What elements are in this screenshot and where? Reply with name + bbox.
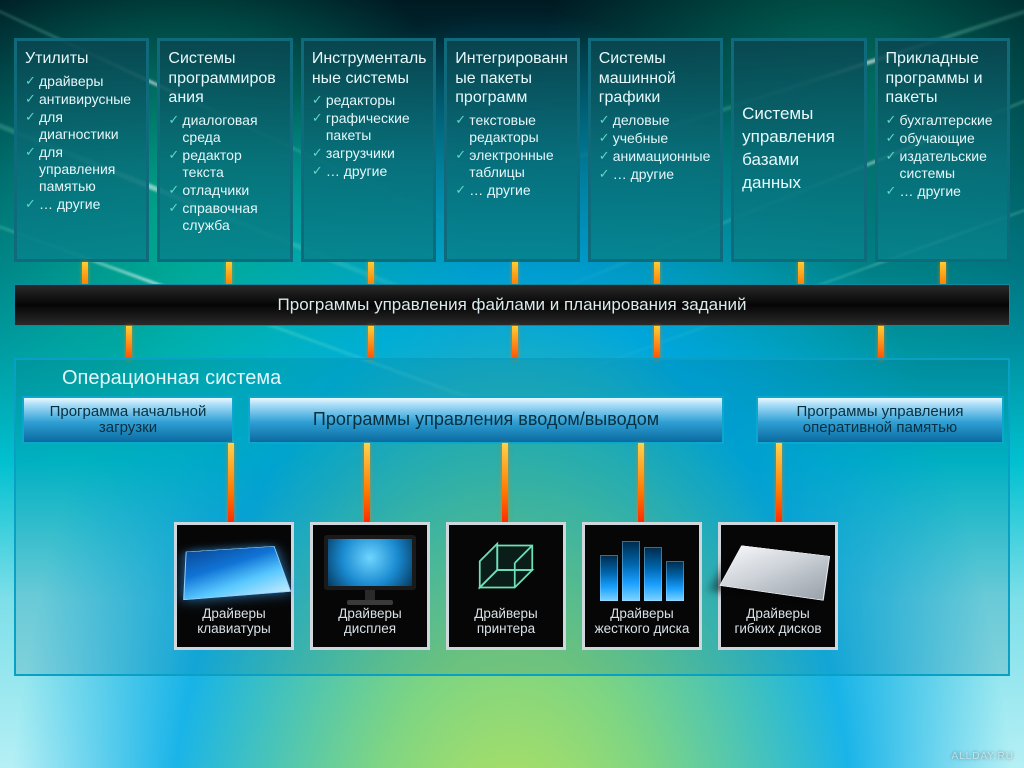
connector xyxy=(368,262,374,286)
os-io-label: Программы управления вводом/выводом xyxy=(313,410,659,430)
hdd-icon xyxy=(593,535,691,605)
category-title: Системы управления базами данных xyxy=(742,103,857,195)
category-item: … другие xyxy=(886,183,1001,200)
driver-floppy: Драйверы гибких дисков xyxy=(718,522,838,650)
connector xyxy=(776,443,782,523)
category-item: редактор текста xyxy=(168,147,283,181)
floppy-icon xyxy=(719,545,830,600)
os-title: Операционная система xyxy=(62,362,281,394)
category-title: Системы машинной графики xyxy=(599,49,714,108)
operating-system-box: Операционная система Программа начальной… xyxy=(14,358,1010,676)
connector xyxy=(878,326,884,360)
category-item: … другие xyxy=(25,196,140,213)
driver-hdd: Драйверы жесткого диска xyxy=(582,522,702,650)
category-item: отладчики xyxy=(168,182,283,199)
connector xyxy=(228,443,234,523)
driver-keyboard: Драйверы клавиатуры xyxy=(174,522,294,650)
category-item: графические пакеты xyxy=(312,110,427,144)
category-item: редакторы xyxy=(312,92,427,109)
category-item: текстовые редакторы xyxy=(455,112,570,146)
category-item: справочная служба xyxy=(168,200,283,234)
drivers-row: Драйверы клавиатуры Драйверы дисплея xyxy=(174,522,874,650)
connector xyxy=(654,326,660,360)
category-application-packages: Прикладные программы и пакеты бухгалтерс… xyxy=(875,38,1010,262)
category-item: издательские системы xyxy=(886,148,1001,182)
os-io-programs: Программы управления вводом/выводом xyxy=(248,396,724,444)
connector xyxy=(940,262,946,286)
os-boot-label: Программа начальной загрузки xyxy=(34,404,222,437)
connector xyxy=(654,262,660,286)
category-item: … другие xyxy=(312,163,427,180)
printer-icon xyxy=(457,535,555,605)
category-item: для диагностики xyxy=(25,109,140,143)
os-memory-programs: Программы управления оперативной памятью xyxy=(756,396,1004,444)
category-item: диалоговая среда xyxy=(168,112,283,146)
connector xyxy=(364,443,370,523)
monitor-icon xyxy=(321,535,419,605)
os-memory-label: Программы управления оперативной памятью xyxy=(768,404,992,437)
diagram-stage: Утилиты драйверы антивирусные для диагно… xyxy=(0,0,1024,768)
driver-label: Драйверы клавиатуры xyxy=(177,607,291,637)
category-title: Прикладные программы и пакеты xyxy=(886,49,1001,108)
software-categories-row: Утилиты драйверы антивирусные для диагно… xyxy=(14,38,1010,262)
connector xyxy=(226,262,232,286)
connector xyxy=(82,262,88,286)
category-instrumental-systems: Инструментальные системы редакторы графи… xyxy=(301,38,436,262)
driver-display: Драйверы дисплея xyxy=(310,522,430,650)
category-programming-systems: Системы программирования диалоговая сред… xyxy=(157,38,292,262)
connector xyxy=(368,326,374,360)
category-item: учебные xyxy=(599,130,714,147)
category-item: электронные таблицы xyxy=(455,147,570,181)
driver-label: Драйверы принтера xyxy=(449,607,563,637)
category-item: анимационные xyxy=(599,148,714,165)
category-item: загрузчики xyxy=(312,145,427,162)
connector xyxy=(512,262,518,286)
category-item: антивирусные xyxy=(25,91,140,108)
category-title: Системы программирования xyxy=(168,49,283,108)
category-item: для управления памятью xyxy=(25,144,140,195)
os-boot-program: Программа начальной загрузки xyxy=(22,396,234,444)
category-item: драйверы xyxy=(25,73,140,90)
connector xyxy=(798,262,804,286)
category-title: Инструментальные системы xyxy=(312,49,427,88)
category-title: Интегрированные пакеты программ xyxy=(455,49,570,108)
watermark: ALLDAY.RU xyxy=(951,751,1014,762)
connector xyxy=(126,326,132,360)
driver-printer: Драйверы принтера xyxy=(446,522,566,650)
connector xyxy=(512,326,518,360)
category-integrated-packages: Интегрированные пакеты программ текстовы… xyxy=(444,38,579,262)
category-item: бухгалтерские xyxy=(886,112,1001,129)
category-item: … другие xyxy=(455,182,570,199)
file-management-bar: Программы управления файлами и планирова… xyxy=(14,284,1010,326)
driver-label: Драйверы жесткого диска xyxy=(585,607,699,637)
file-management-label: Программы управления файлами и планирова… xyxy=(278,295,747,315)
category-item: обучающие xyxy=(886,130,1001,147)
category-dbms: Системы управления базами данных xyxy=(731,38,866,262)
category-item: деловые xyxy=(599,112,714,129)
driver-label: Драйверы дисплея xyxy=(313,607,427,637)
category-computer-graphics: Системы машинной графики деловые учебные… xyxy=(588,38,723,262)
connector xyxy=(638,443,644,523)
keyboard-icon xyxy=(183,546,291,600)
category-item: … другие xyxy=(599,166,714,183)
connector xyxy=(502,443,508,523)
category-utilities: Утилиты драйверы антивирусные для диагно… xyxy=(14,38,149,262)
category-title: Утилиты xyxy=(25,49,140,69)
driver-label: Драйверы гибких дисков xyxy=(721,607,835,637)
